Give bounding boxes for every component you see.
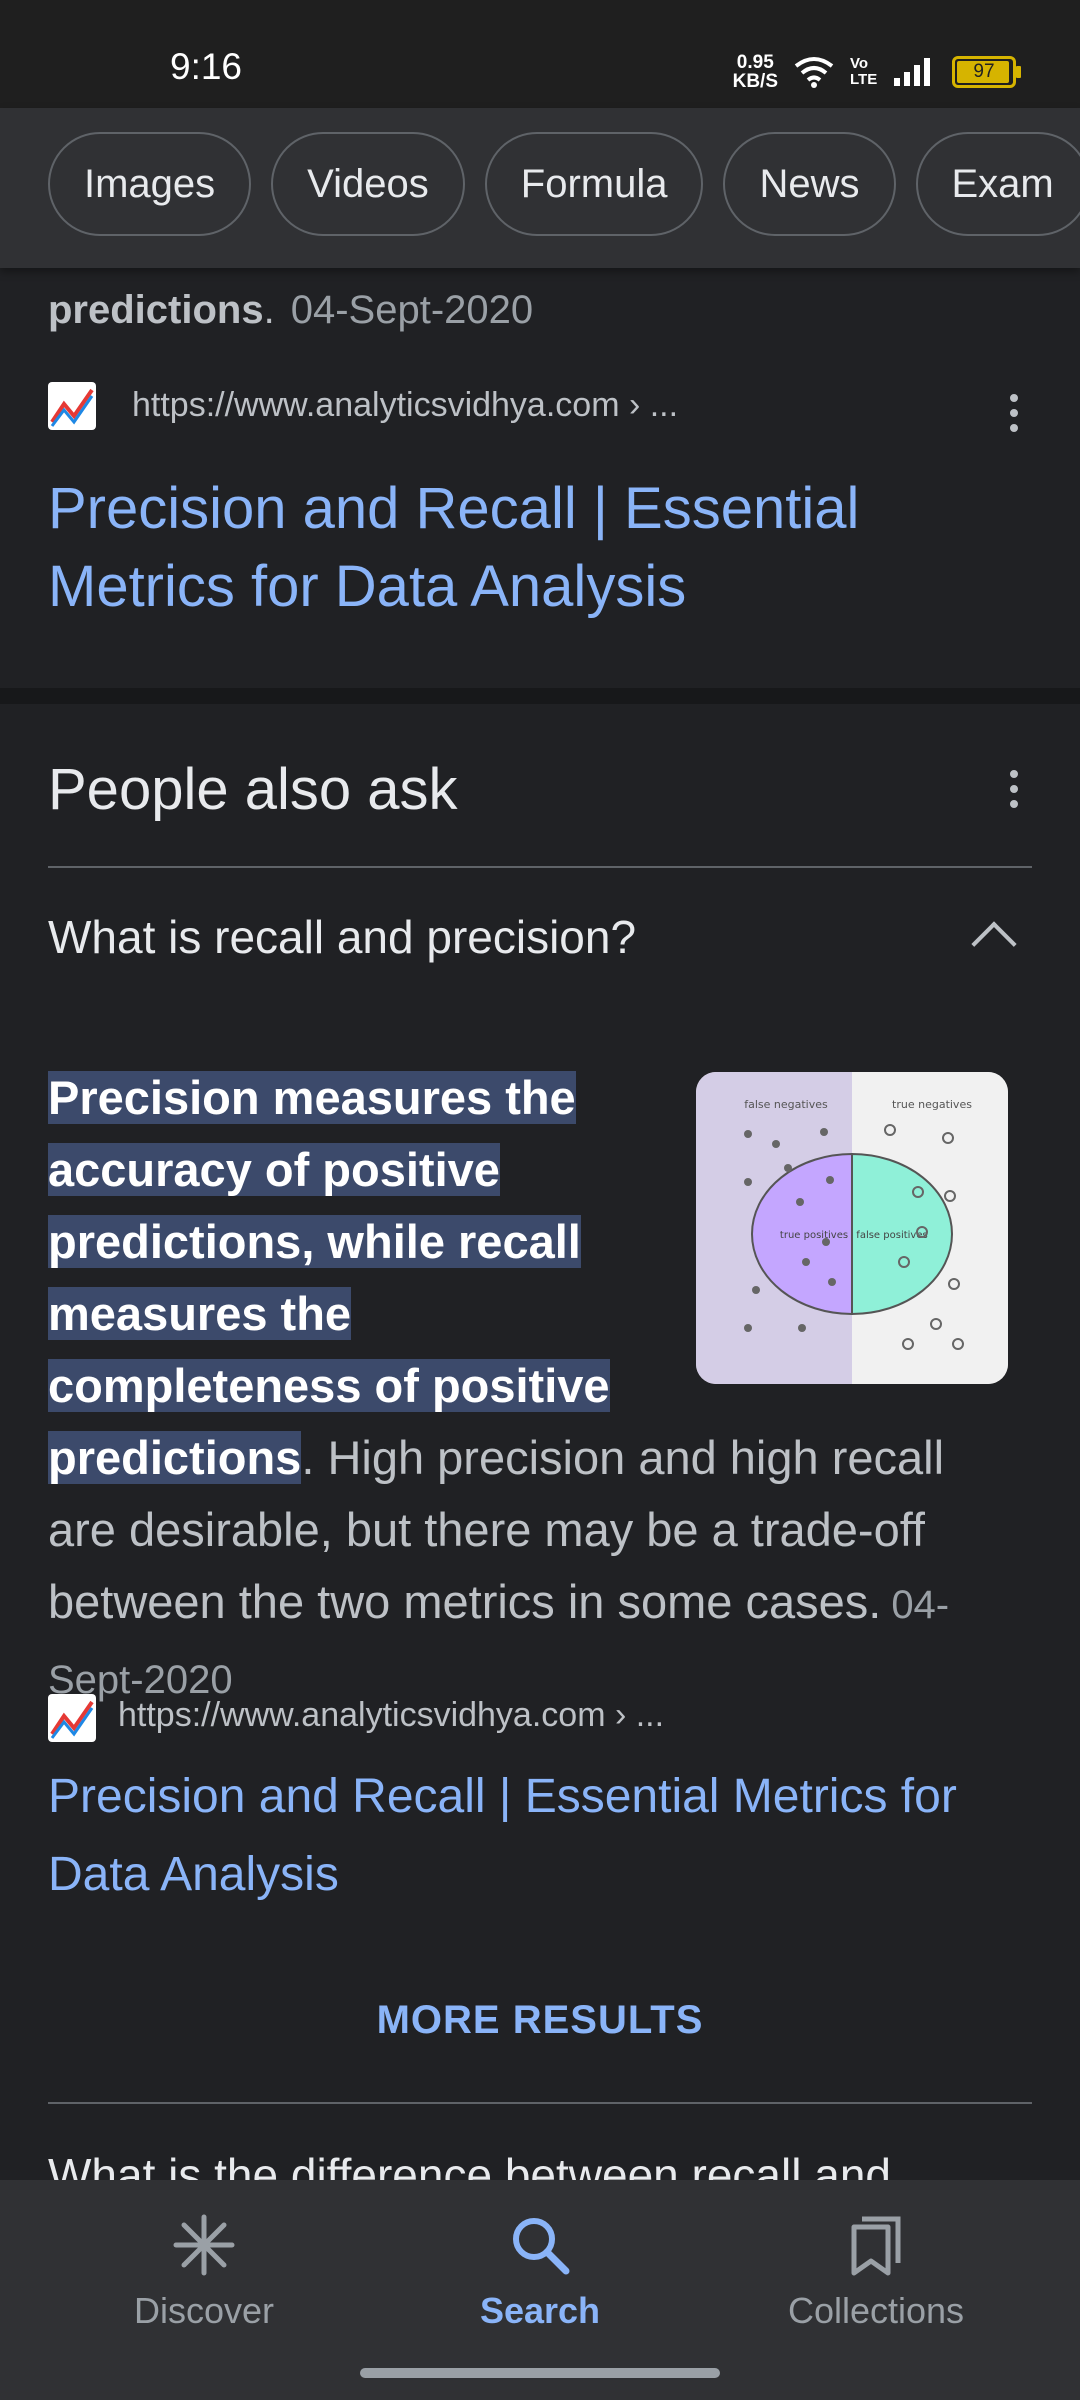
more-results-button[interactable]: MORE RESULTS [0, 1998, 1080, 2043]
label-true-negatives: true negatives [892, 1098, 972, 1111]
people-also-ask-heading: People also ask [48, 757, 458, 822]
nav-collections[interactable]: Collections [726, 2210, 1026, 2332]
chip-formula[interactable]: Formula [484, 132, 704, 236]
search-icon [513, 2218, 570, 2275]
paa-more-options-icon[interactable] [1006, 770, 1022, 808]
chip-images[interactable]: Images [48, 132, 252, 236]
asterisk-icon [173, 2214, 235, 2276]
snippet-bold: predictions [48, 288, 264, 332]
nav-collections-label: Collections [787, 2290, 965, 2331]
wifi-icon [794, 57, 834, 88]
paa-question[interactable]: What is recall and precision? [48, 910, 636, 964]
precision-recall-diagram-icon: false negatives true negatives true posi… [696, 1072, 1008, 1384]
paa-answer: false negatives true negatives true posi… [48, 1062, 1008, 1716]
snippet-end: . [263, 288, 275, 332]
answer-source-url[interactable]: https://www.analyticsvidhya.com › ... [118, 1696, 664, 1735]
collections-icon [851, 2216, 901, 2276]
divider [48, 866, 1032, 868]
battery-icon: 97 [952, 56, 1021, 88]
result-url[interactable]: https://www.analyticsvidhya.com › ... [132, 386, 678, 425]
chip-exam[interactable]: Exam [915, 132, 1080, 236]
nav-discover[interactable]: Discover [54, 2210, 354, 2332]
status-bar: 9:16 0.95 KB/S Vo LTE 97 [0, 0, 1080, 108]
chevron-up-icon[interactable] [971, 921, 1017, 967]
site-favicon [48, 382, 96, 430]
analytics-logo-icon [50, 1700, 94, 1739]
chip-videos[interactable]: Videos [271, 132, 465, 236]
status-icons: 0.95 KB/S Vo LTE 97 [733, 50, 1021, 94]
result-snippet: predictions. 04-Sept-2020 [48, 288, 533, 333]
label-false-negatives: false negatives [744, 1098, 828, 1111]
filter-chips-bar: Images Videos Formula News Exam [0, 108, 1080, 268]
label-true-positives: true positives [780, 1230, 848, 1241]
home-indicator[interactable] [360, 2368, 720, 2378]
result-title-link[interactable]: Precision and Recall | Essential Metrics… [48, 470, 948, 626]
nav-discover-label: Discover [133, 2290, 275, 2331]
nav-search-label: Search [479, 2290, 601, 2331]
speed-unit: KB/S [732, 71, 778, 92]
more-options-icon[interactable] [1006, 394, 1022, 432]
bottom-navigation: Discover Search Collections [0, 2180, 1080, 2400]
answer-source-favicon [48, 1694, 96, 1742]
answer-image[interactable]: false negatives true negatives true posi… [696, 1072, 1008, 1384]
speed-value: 0.95 [736, 52, 774, 73]
section-separator [0, 688, 1080, 704]
volte-icon: Vo LTE [850, 55, 878, 88]
signal-icon [894, 58, 930, 86]
status-time: 9:16 [170, 46, 243, 87]
answer-source-title-link[interactable]: Precision and Recall | Essential Metrics… [48, 1758, 1008, 1914]
network-speed: 0.95 KB/S [733, 53, 778, 91]
battery-level: 97 [973, 61, 995, 82]
snippet-date: 04-Sept-2020 [290, 288, 534, 332]
nav-search[interactable]: Search [390, 2210, 690, 2332]
divider [48, 2102, 1032, 2104]
filter-chips: Images Videos Formula News Exam [48, 132, 1080, 236]
analytics-logo-icon [50, 388, 94, 427]
answer-highlight: Precision measures the accuracy of posit… [48, 1071, 610, 1484]
chip-news[interactable]: News [723, 132, 896, 236]
